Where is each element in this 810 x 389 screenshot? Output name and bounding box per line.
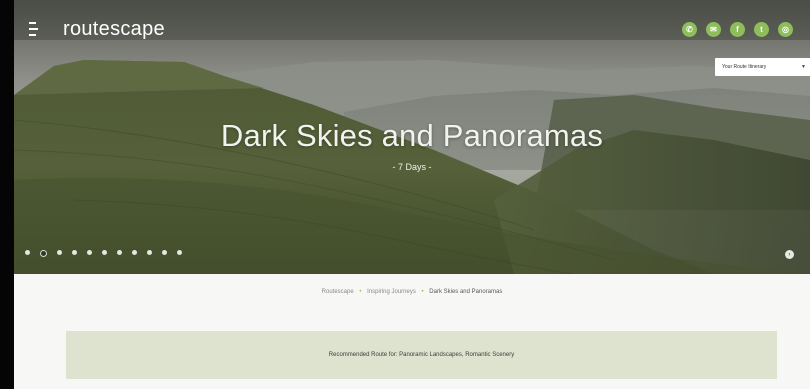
recommended-route-text: Recommended Route for: Panoramic Landsca… [328,352,515,358]
breadcrumb-separator: • [421,289,424,295]
hero-banner: routescape ✆ ✉ f t ◎ Your Route Itinerar… [14,0,810,274]
slide-pagination [25,250,182,257]
slide-dot[interactable] [87,250,92,255]
email-icon[interactable]: ✉ [706,22,721,37]
slide-dot[interactable] [102,250,107,255]
hero-title: Dark Skies and Panoramas [220,118,604,153]
slide-dot[interactable] [40,250,47,257]
page: routescape ✆ ✉ f t ◎ Your Route Itinerar… [14,0,810,389]
twitter-icon[interactable]: t [754,22,769,37]
hamburger-menu-icon[interactable] [29,22,41,38]
breadcrumb-current: Dark Skies and Panoramas [429,289,503,295]
breadcrumb-inspiring-journeys[interactable]: Inspiring Journeys [367,289,416,295]
slide-dot[interactable] [147,250,152,255]
route-itinerary-select[interactable]: Your Route Itinerary ▼ [715,58,810,76]
breadcrumb-home[interactable]: Routescape [322,289,354,295]
slide-dot[interactable] [177,250,182,255]
site-logo[interactable]: routescape [63,18,165,41]
hero-subtitle: - 7 Days - [392,162,432,172]
breadcrumb-separator: • [359,289,362,295]
slide-dot[interactable] [132,250,137,255]
social-links: ✆ ✉ f t ◎ [682,22,793,37]
chevron-down-icon: ▼ [801,64,806,70]
slide-dot[interactable] [162,250,167,255]
phone-icon[interactable]: ✆ [682,22,697,37]
breadcrumb: Routescape • Inspiring Journeys • Dark S… [14,289,810,295]
instagram-icon[interactable]: ◎ [778,22,793,37]
slide-dot[interactable] [72,250,77,255]
slide-dot[interactable] [57,250,62,255]
route-select-value: Your Route Itinerary [722,64,767,70]
recommended-route-banner: Recommended Route for: Panoramic Landsca… [66,331,777,379]
slide-dot[interactable] [25,250,30,255]
facebook-icon[interactable]: f [730,22,745,37]
slide-dot[interactable] [117,250,122,255]
next-slide-icon[interactable]: › [785,250,794,259]
